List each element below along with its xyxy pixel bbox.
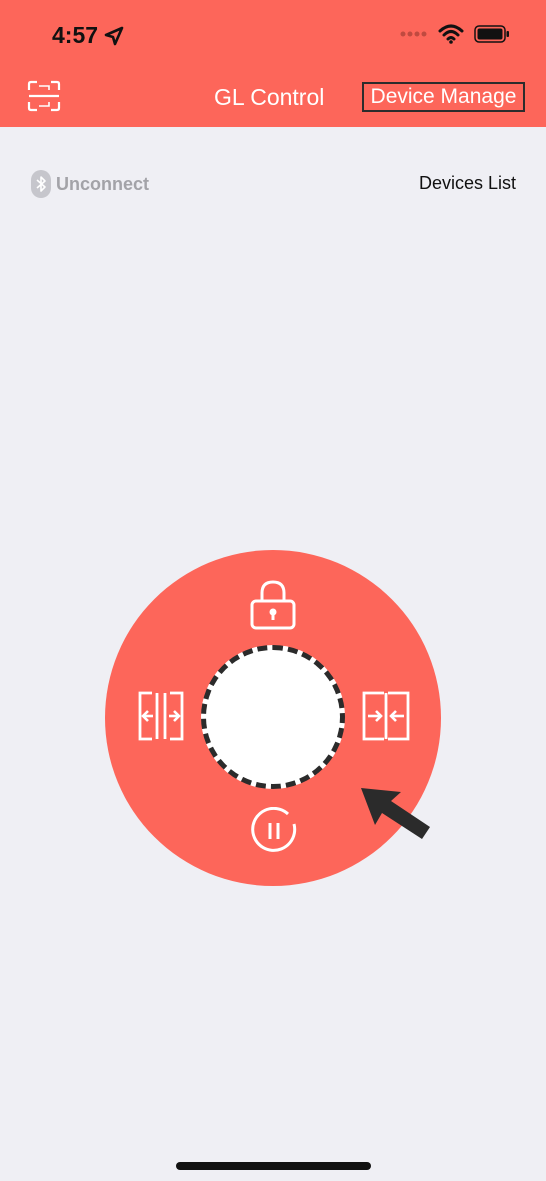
compress-left-right-icon[interactable] [360, 690, 412, 742]
cellular-dots-icon [400, 31, 427, 37]
home-indicator[interactable] [176, 1162, 371, 1170]
pause-icon[interactable] [250, 807, 298, 855]
wifi-icon [438, 24, 464, 44]
pointer-arrow-icon [361, 788, 430, 839]
center-button[interactable] [201, 645, 345, 789]
bluetooth-icon [31, 170, 51, 198]
page-title: GL Control [214, 84, 325, 110]
expand-left-right-icon[interactable] [136, 690, 186, 742]
status-time: 4:57 [52, 22, 124, 49]
status-icons [400, 24, 510, 44]
lock-icon[interactable] [248, 579, 298, 631]
status-time-text: 4:57 [52, 22, 99, 48]
battery-icon [474, 25, 509, 43]
connection-status-text: Unconnect [56, 173, 150, 194]
device-manage-button[interactable]: Device Manage [362, 82, 525, 112]
scan-frame-icon[interactable] [27, 80, 61, 112]
devices-list-link[interactable]: Devices List [419, 173, 516, 194]
location-arrow-icon [104, 26, 124, 45]
connection-status: Unconnect [31, 170, 149, 198]
app-header: 4:57 GL Control Device Manage [0, 0, 546, 127]
